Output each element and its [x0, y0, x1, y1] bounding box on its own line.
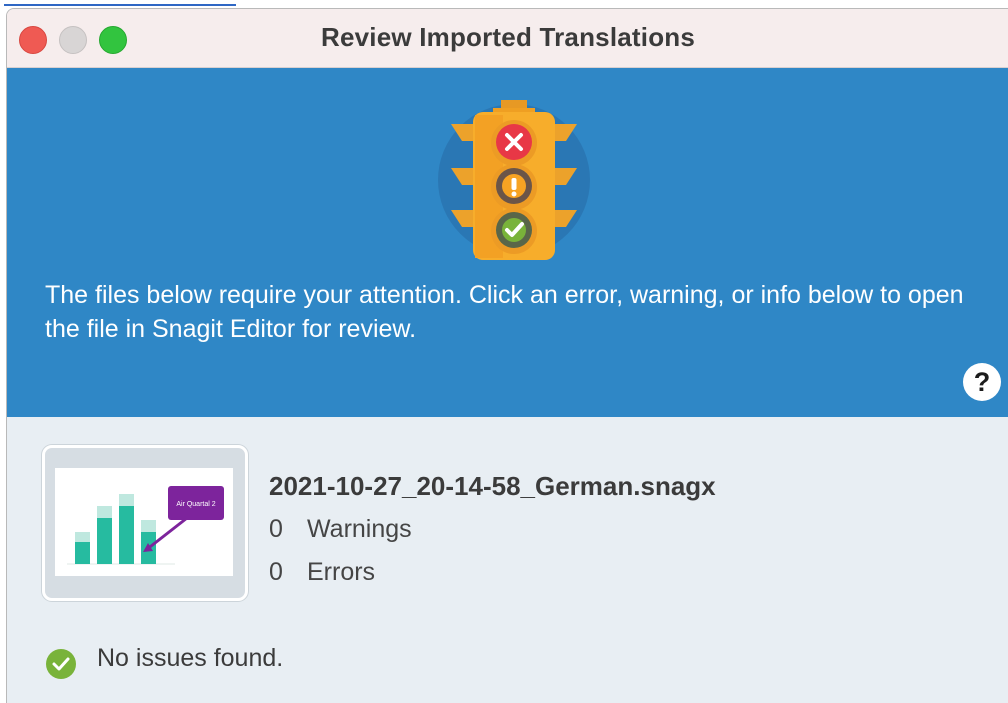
top-link-underline[interactable] [4, 0, 236, 6]
file-review-panel: Air Quartal 2 2021-10-27_20-14-58_German… [7, 417, 1008, 703]
attention-message: The files below require your attention. … [45, 281, 964, 343]
check-circle-icon [46, 649, 76, 679]
traffic-light-icon [438, 100, 590, 260]
warnings-count: 0 [269, 515, 283, 543]
title-bar: Review Imported Translations [7, 9, 1008, 68]
review-translations-window: Review Imported Translations The files b… [6, 8, 1008, 703]
file-thumbnail[interactable]: Air Quartal 2 [42, 445, 248, 601]
thumbnail-preview: Air Quartal 2 [55, 468, 233, 576]
warnings-row[interactable]: 0 Warnings [269, 515, 412, 544]
status-message: No issues found. [97, 644, 284, 672]
thumbnail-callout-text: Air Quartal 2 [176, 501, 215, 508]
attention-banner: The files below require your attention. … [7, 68, 1008, 417]
help-button[interactable]: ? [963, 363, 1001, 401]
window-title: Review Imported Translations [320, 22, 696, 52]
errors-label: Errors [307, 558, 376, 586]
warnings-label: Warnings [307, 515, 412, 543]
file-name-link[interactable]: 2021-10-27_20-14-58_German.snagx [269, 471, 716, 502]
errors-row[interactable]: 0 Errors [269, 558, 375, 587]
bar-chart-thumbnail-icon: Air Quartal 2 [67, 486, 224, 565]
errors-count: 0 [269, 558, 283, 586]
